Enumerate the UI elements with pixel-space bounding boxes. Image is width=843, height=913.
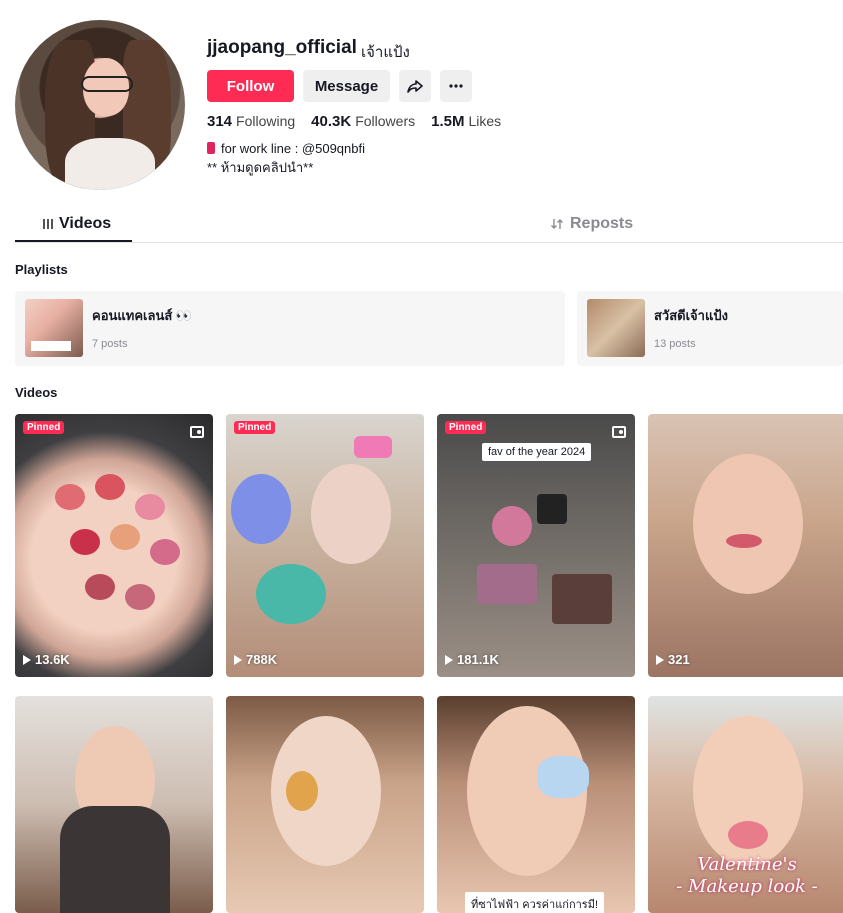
playlist-title: สวัสดีเจ้าแป้ง [654, 308, 728, 323]
videos-heading: Videos [15, 385, 58, 400]
video-overlay-text: fav of the year 2024 [482, 443, 592, 461]
stat-followers[interactable]: 40.3K Followers [311, 113, 415, 130]
view-count: 181.1K [445, 652, 499, 667]
playlist-card[interactable]: สวัสดีเจ้าแป้ง 13 posts [577, 291, 843, 366]
tab-active-indicator [15, 240, 132, 242]
pin-icon [207, 142, 215, 154]
playlist-thumbnail [25, 299, 83, 357]
profile-nickname: เจ้าแป้ง [361, 44, 410, 61]
photo-icon [612, 426, 626, 438]
playlist-card[interactable]: คอนแทคเลนส์ 👀 7 posts [15, 291, 565, 366]
share-icon [407, 80, 423, 93]
profile-tabs: Videos Reposts [15, 205, 843, 243]
pinned-badge: Pinned [234, 421, 276, 434]
video-title-line2: - Makeup look - [676, 876, 818, 897]
profile-username: jjaopang_official [207, 37, 357, 58]
more-button[interactable] [440, 70, 472, 102]
playlist-count: 13 posts [654, 338, 696, 350]
grid-icon [43, 219, 53, 229]
more-icon [449, 84, 463, 88]
video-caption: ที่ซาไฟฟ้า ควรค่าแก่การมี! [465, 892, 605, 913]
playlist-thumbnail [587, 299, 645, 357]
pinned-badge: Pinned [445, 421, 487, 434]
play-icon [234, 654, 242, 665]
profile-bio-line1: for work line : @509qnbfi [207, 141, 365, 156]
follow-button[interactable]: Follow [207, 70, 294, 102]
playlists-heading: Playlists [15, 262, 68, 277]
view-count: 13.6K [23, 652, 70, 667]
playlist-title: คอนแทคเลนส์ 👀 [92, 308, 193, 323]
video-card[interactable]: Pinned 788K [226, 414, 424, 677]
playlist-count: 7 posts [92, 338, 128, 350]
play-icon [445, 654, 453, 665]
message-button[interactable]: Message [303, 70, 390, 102]
video-card[interactable] [15, 696, 213, 913]
video-card[interactable]: 321 [648, 414, 843, 677]
share-button[interactable] [399, 70, 431, 102]
pinned-badge: Pinned [23, 421, 65, 434]
play-icon [23, 654, 31, 665]
repost-icon [551, 219, 563, 229]
view-count: 321 [656, 652, 690, 667]
video-card[interactable]: Valentine's - Makeup look - [648, 696, 843, 913]
video-card[interactable]: Pinned fav of the year 2024 181.1K [437, 414, 635, 677]
profile-bio-line2: ** ห้ามดูดคลิปนำ** [207, 160, 314, 175]
profile-stats: 314 Following 40.3K Followers 1.5M Likes [207, 113, 501, 130]
video-title-line1: Valentine's [697, 854, 797, 875]
video-card[interactable] [226, 696, 424, 913]
play-icon [656, 654, 664, 665]
stat-following[interactable]: 314 Following [207, 113, 295, 130]
stat-likes: 1.5M Likes [431, 113, 502, 130]
profile-avatar[interactable] [15, 20, 185, 190]
photo-icon [190, 426, 204, 438]
video-card[interactable]: ที่ซาไฟฟ้า ควรค่าแก่การมี! [437, 696, 635, 913]
tab-videos[interactable]: Videos [43, 215, 111, 233]
video-card[interactable]: Pinned 13.6K [15, 414, 213, 677]
view-count: 788K [234, 652, 277, 667]
tab-reposts[interactable]: Reposts [550, 215, 633, 233]
